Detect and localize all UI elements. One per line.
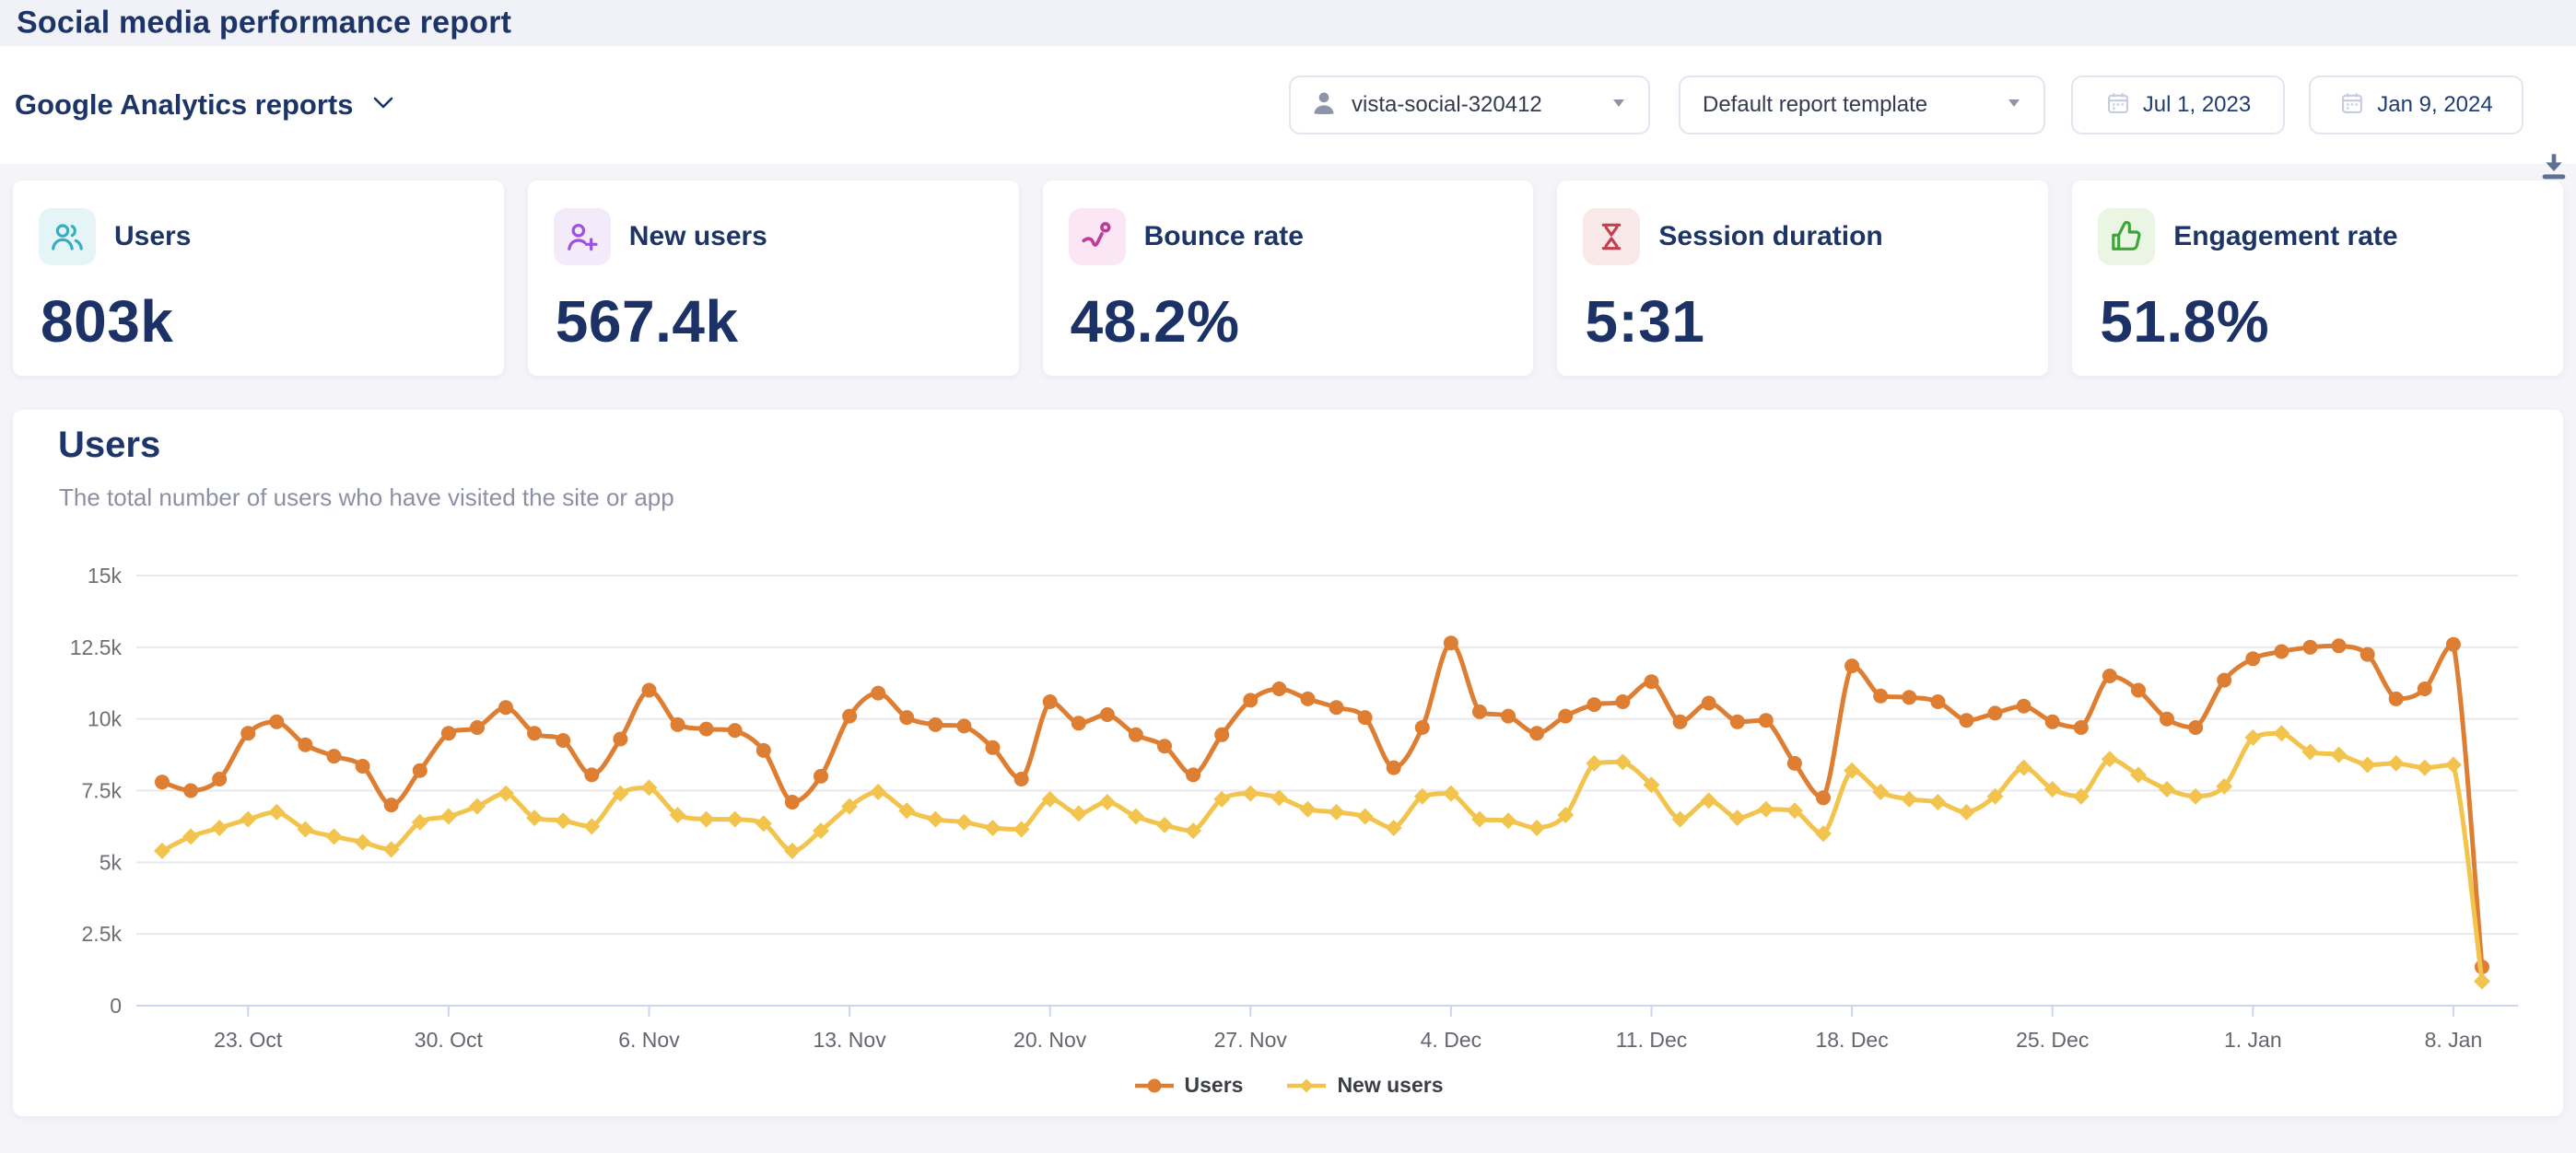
x-axis-label: 6. Nov — [618, 1028, 680, 1052]
x-axis-labels: 23. Oct 30. Oct 6. Nov 13. Nov 20. Nov 27. No… — [214, 1028, 2482, 1052]
y-axis-label: 5k — [100, 850, 123, 874]
legend-marker-diamond — [1285, 1077, 1328, 1094]
x-axis-label: 8. Jan — [2425, 1028, 2483, 1052]
person-icon — [1309, 88, 1339, 122]
x-axis-ticks — [248, 1006, 2453, 1017]
stat-label: New users — [629, 208, 767, 265]
date-to-picker[interactable]: Jan 9, 2024 — [2309, 76, 2523, 134]
legend-label: New users — [1337, 1073, 1443, 1098]
stat-icon-chip — [1583, 208, 1640, 265]
toolbar: Google Analytics reports vista-social-32… — [0, 46, 2576, 164]
stat-cards-row: Users 803k New users 567.4k Bounce rate … — [13, 181, 2563, 376]
y-axis-label: 10k — [88, 707, 123, 731]
x-axis-label: 18. Dec — [1815, 1028, 1888, 1052]
page-header: Social media performance report — [0, 0, 2576, 46]
legend-item-new-users[interactable]: New users — [1285, 1073, 1443, 1098]
calendar-icon — [2339, 90, 2365, 121]
report-section-label: Google Analytics reports — [15, 88, 354, 122]
stat-card: New users 567.4k — [528, 181, 1019, 376]
caret-down-icon — [2007, 97, 2021, 113]
calendar-icon — [2105, 90, 2131, 121]
stat-icon-chip — [554, 208, 611, 265]
stat-icon-chip — [2098, 208, 2155, 265]
users-chart-card: Users The total number of users who have… — [13, 410, 2563, 1116]
y-axis-labels: 0 2.5k 5k 7.5k 10k 12.5k 15k — [70, 564, 123, 1018]
x-axis-label: 23. Oct — [214, 1028, 283, 1052]
page-title: Social media performance report — [17, 6, 511, 41]
x-axis-label: 25. Dec — [2016, 1028, 2089, 1052]
template-select[interactable]: Default report template — [1679, 76, 2045, 134]
stat-value: 5:31 — [1585, 287, 1704, 355]
stat-card: Bounce rate 48.2% — [1043, 181, 1534, 376]
date-to-value: Jan 9, 2024 — [2377, 92, 2492, 118]
stat-label: Session duration — [1658, 208, 1882, 265]
stat-card: Session duration 5:31 — [1557, 181, 2048, 376]
legend-marker-circle — [1133, 1077, 1176, 1094]
date-from-picker[interactable]: Jul 1, 2023 — [2071, 76, 2285, 134]
x-axis-label: 20. Nov — [1013, 1028, 1087, 1052]
x-axis-label: 27. Nov — [1214, 1028, 1288, 1052]
legend-item-users[interactable]: Users — [1133, 1073, 1244, 1098]
stat-value: 51.8% — [2100, 287, 2269, 355]
chart-legend: Users New users — [13, 1073, 2563, 1098]
y-axis-label: 2.5k — [82, 922, 123, 946]
stat-value: 567.4k — [556, 287, 739, 355]
chevron-down-icon — [372, 96, 394, 115]
stat-card: Users 803k — [13, 181, 504, 376]
users-chart-plot[interactable]: 0 2.5k 5k 7.5k 10k 12.5k 15k 23. Oct 30. Oct 6. N… — [13, 410, 2563, 1066]
stat-label: Engagement rate — [2173, 208, 2397, 265]
hourglass-icon — [1594, 219, 1629, 254]
template-select-value: Default report template — [1703, 92, 1927, 118]
x-axis-label: 4. Dec — [1421, 1028, 1481, 1052]
stat-value: 48.2% — [1071, 287, 1240, 355]
x-axis-label: 13. Nov — [813, 1028, 886, 1052]
legend-label: Users — [1185, 1073, 1244, 1098]
report-section-dropdown[interactable]: Google Analytics reports — [15, 46, 394, 164]
stat-label: Bounce rate — [1144, 208, 1304, 265]
x-axis-label: 30. Oct — [415, 1028, 484, 1052]
stat-icon-chip — [39, 208, 96, 265]
x-axis-label: 1. Jan — [2224, 1028, 2282, 1052]
stat-value: 803k — [41, 287, 173, 355]
x-axis-label: 11. Dec — [1616, 1028, 1688, 1052]
series-new-users[interactable] — [154, 725, 2490, 989]
y-axis-label: 15k — [88, 564, 123, 588]
stat-icon-chip — [1069, 208, 1126, 265]
y-axis-label: 7.5k — [82, 779, 123, 803]
date-from-value: Jul 1, 2023 — [2143, 92, 2251, 118]
stat-card: Engagement rate 51.8% — [2072, 181, 2563, 376]
account-select-value: vista-social-320412 — [1352, 92, 1542, 118]
stat-label: Users — [114, 208, 191, 265]
y-axis-label: 0 — [110, 994, 122, 1018]
caret-down-icon — [1611, 97, 1626, 113]
bounce-icon — [1079, 218, 1116, 255]
thumbs-up-icon — [2108, 218, 2145, 255]
users-icon — [49, 218, 86, 255]
series-users[interactable] — [155, 635, 2489, 974]
account-select[interactable]: vista-social-320412 — [1289, 76, 1650, 134]
y-axis-label: 12.5k — [70, 635, 123, 659]
person-add-icon — [564, 218, 601, 255]
